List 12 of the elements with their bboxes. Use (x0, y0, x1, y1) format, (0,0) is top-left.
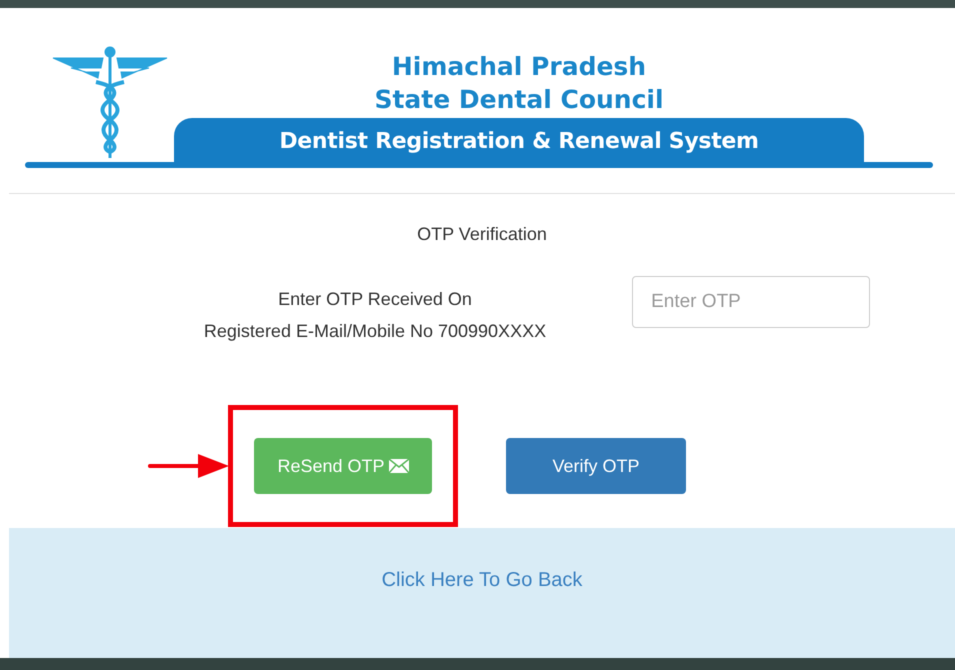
system-banner: Dentist Registration & Renewal System (174, 118, 864, 164)
otp-input-field[interactable]: Enter OTP (632, 276, 870, 328)
go-back-link[interactable]: Click Here To Go Back (382, 569, 582, 593)
caduceus-icon (51, 44, 169, 160)
council-title: Himachal Pradesh (392, 51, 646, 83)
council-title: State Dental Council (374, 84, 664, 116)
otp-prompt: Enter OTP Received On (278, 288, 472, 311)
otp-prompt: Registered E-Mail/Mobile No 700990XXXX (204, 320, 546, 343)
section-heading: OTP Verification (417, 224, 547, 245)
verify-otp-button[interactable]: Verify OTP (506, 438, 686, 494)
resend-otp-button[interactable]: ReSend OTP (254, 438, 432, 494)
envelope-icon (388, 459, 409, 473)
